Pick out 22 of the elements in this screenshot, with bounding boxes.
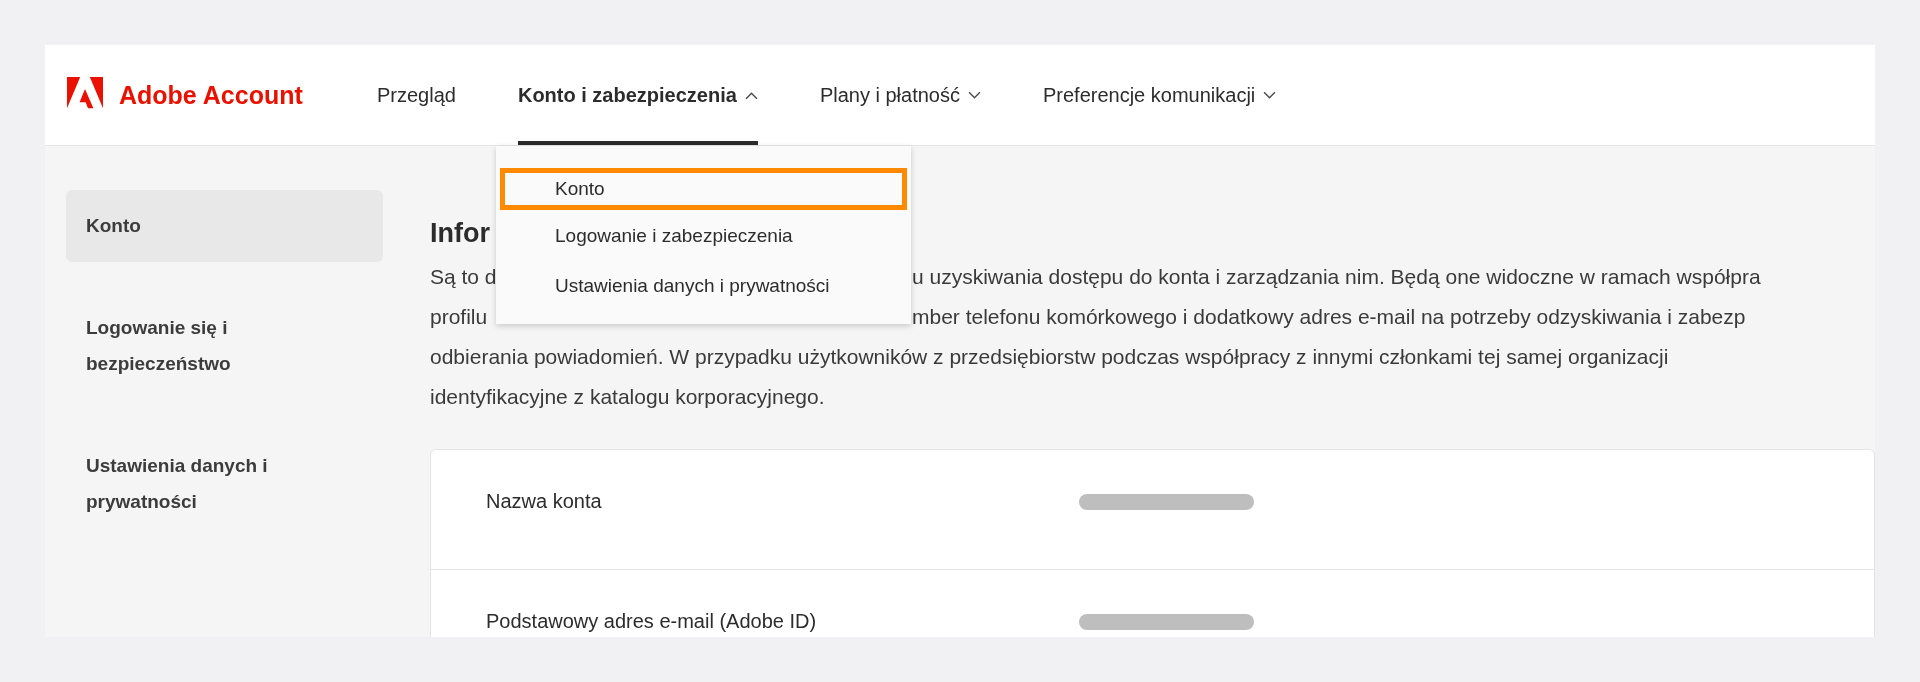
paragraph-text: mber telefonu komórkowego i dodatkowy adres e-mail na potrzeby odzyskiwania i zabezp: [912, 304, 1747, 330]
chevron-down-icon: [1263, 90, 1277, 100]
paragraph-text: u uzyskiwania dostępu do konta i zarządzania nim. Będą one widoczne w ramach współpra: [912, 264, 1762, 290]
paragraph-text: odbierania powiadomień. W przypadku użytkowników z przedsiębiorstw podczas współpracy z innymi członkami tej samej organizacji: [430, 345, 1669, 368]
paragraph-text: identyfikacyjne z katalogu korporacyjnego.: [430, 385, 825, 408]
nav-tab[interactable]: Plany i płatność: [819, 45, 981, 145]
section-heading: Infor: [430, 218, 490, 249]
paragraph-text: Są to d: [430, 264, 497, 290]
field-label: Nazwa konta: [486, 490, 603, 513]
menu-item[interactable]: Ustawienia danych i prywatności: [500, 262, 907, 310]
sidebar-item[interactable]: Logowanie się i bezpieczeństwo: [66, 292, 383, 400]
menu-item[interactable]: Logowanie i zabezpieczenia: [500, 212, 907, 260]
chevron-down-icon: [967, 90, 981, 100]
chevron-up-icon: [744, 90, 758, 100]
brand-name[interactable]: Adobe Account: [119, 80, 303, 110]
nav-tab[interactable]: Preferencje komunikacji: [1042, 45, 1277, 145]
sidebar-item[interactable]: Konto: [66, 190, 383, 262]
sidebar-item[interactable]: Ustawienia danych i prywatności: [66, 430, 383, 538]
nav-tab[interactable]: Przegląd: [377, 45, 456, 145]
menu-item[interactable]: Konto: [500, 168, 907, 210]
paragraph-text: profilu: [430, 304, 488, 330]
field-label: Podstawowy adres e-mail (Adobe ID): [486, 610, 818, 633]
